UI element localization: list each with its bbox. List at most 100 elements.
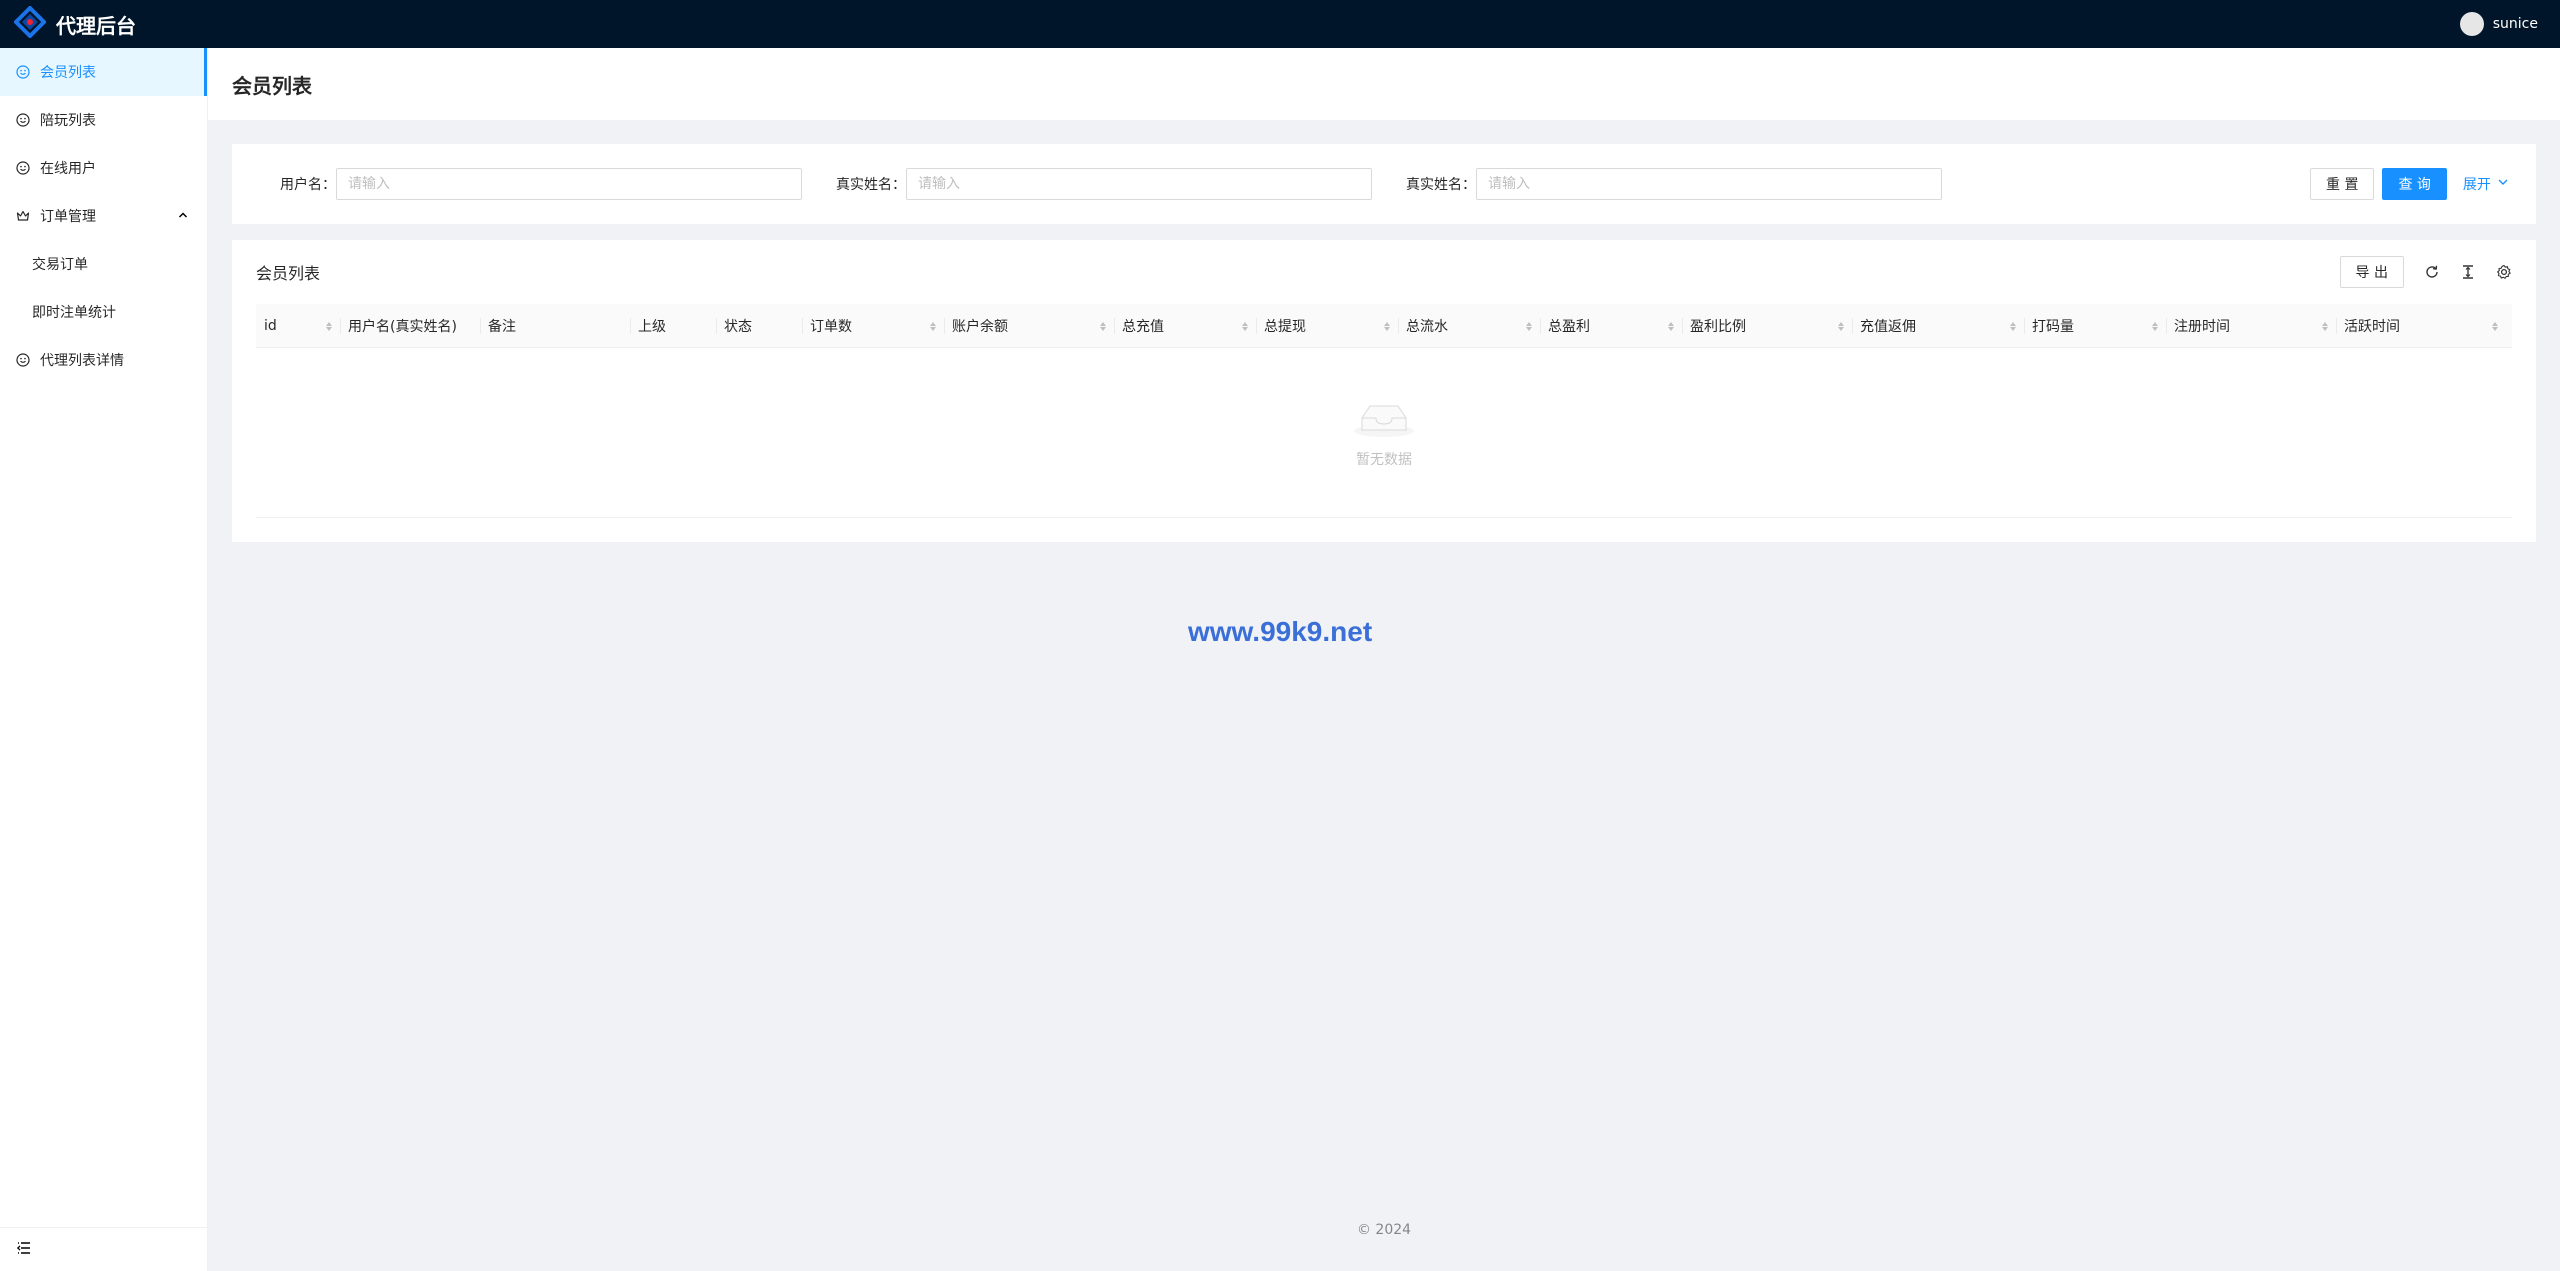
reload-icon[interactable]	[2424, 264, 2440, 280]
sidebar-item-instant-bet-stats[interactable]: 即时注单统计	[0, 288, 207, 336]
collapse-sidebar-button[interactable]	[0, 1227, 207, 1271]
sort-icon[interactable]	[2010, 321, 2016, 331]
real-name-input[interactable]	[906, 168, 1372, 200]
column-header-label: 总流水	[1406, 319, 1448, 335]
column-header[interactable]: 账户余额	[944, 304, 1114, 348]
smile-icon	[16, 113, 30, 127]
smile-icon	[16, 65, 30, 79]
smile-icon	[16, 353, 30, 367]
table-card: 会员列表 导 出 id 用户名(真实姓名) 备注 上级 状态 订单数 账户余额 总充值 总提现 总…	[232, 240, 2536, 542]
copyright-year: 2024	[1375, 1222, 1412, 1238]
sort-icon[interactable]	[1100, 321, 1106, 331]
column-header: 备注	[480, 304, 630, 348]
page-header: 会员列表	[208, 48, 2560, 120]
column-header[interactable]: 总充值	[1114, 304, 1256, 348]
avatar[interactable]	[2459, 12, 2484, 36]
chevron-down-icon	[2497, 176, 2509, 192]
sidebar-item-label: 即时注单统计	[32, 305, 116, 321]
sort-icon[interactable]	[2152, 321, 2158, 331]
column-header-label: id	[264, 318, 277, 334]
column-header[interactable]: 盈利比例	[1682, 304, 1852, 348]
column-header-label: 上级	[638, 319, 666, 335]
sidebar: 会员列表 陪玩列表 在线用户 订单管理 交易订单 即时注单统计 代理列表详情	[0, 48, 208, 1271]
footer: © 2024	[208, 1222, 2560, 1238]
expand-label: 展开	[2462, 177, 2491, 193]
column-header-label: 用户名(真实姓名)	[348, 319, 457, 335]
brand[interactable]: 代理后台	[0, 0, 136, 48]
column-header[interactable]: 充值返佣	[1852, 304, 2024, 348]
reset-button[interactable]: 重 置	[2310, 168, 2375, 200]
sidebar-item-label: 在线用户	[40, 161, 96, 177]
copyright-icon: ©	[1356, 1222, 1371, 1238]
column-header[interactable]: 总盈利	[1540, 304, 1682, 348]
column-header-label: 总提现	[1264, 319, 1306, 335]
search-actions: 重 置 查 询 展开	[2310, 168, 2509, 200]
app-title: 代理后台	[56, 13, 136, 38]
real-name-field-group: 真实姓名：	[832, 168, 1372, 200]
empty-inbox-icon	[1352, 396, 1416, 441]
sort-icon[interactable]	[2492, 321, 2498, 331]
username-field-group: 用户名：	[272, 168, 802, 200]
chevron-up-icon	[177, 209, 189, 225]
sort-icon[interactable]	[1668, 321, 1674, 331]
column-header-label: 订单数	[810, 319, 852, 335]
search-form: 用户名： 真实姓名： 真实姓名： 重 置 查 询 展开	[232, 144, 2536, 224]
expand-link[interactable]: 展开	[2463, 174, 2509, 194]
column-header: 状态	[716, 304, 802, 348]
sidebar-item-companion-list[interactable]: 陪玩列表	[0, 96, 207, 144]
username-input[interactable]	[336, 168, 802, 200]
sort-icon[interactable]	[2322, 321, 2328, 331]
column-height-icon[interactable]	[2460, 264, 2476, 280]
sidebar-item-label: 交易订单	[32, 257, 88, 273]
sidebar-item-label: 陪玩列表	[40, 113, 96, 129]
sidebar-item-label: 订单管理	[40, 209, 96, 225]
sidebar-item-label: 代理列表详情	[40, 353, 124, 369]
sidebar-item-member-list[interactable]: 会员列表	[0, 48, 207, 96]
column-header-label: 总充值	[1122, 319, 1164, 335]
sidebar-item-agent-list-details[interactable]: 代理列表详情	[0, 336, 207, 384]
logo-icon	[13, 5, 47, 42]
table-title: 会员列表	[256, 264, 321, 283]
sidebar-item-order-management[interactable]: 订单管理	[0, 192, 207, 240]
column-header[interactable]: 总流水	[1398, 304, 1540, 348]
user-menu[interactable]: sunice	[2459, 12, 2560, 36]
sort-icon[interactable]	[326, 321, 332, 331]
sort-icon[interactable]	[1526, 321, 1532, 331]
column-header: 用户名(真实姓名)	[340, 304, 480, 348]
table-toolbar: 会员列表 导 出	[256, 256, 2512, 288]
sort-icon[interactable]	[1838, 321, 1844, 331]
menu-fold-icon	[16, 1240, 32, 1260]
real-name-field-group-2: 真实姓名：	[1402, 168, 1942, 200]
sort-icon[interactable]	[1242, 321, 1248, 331]
export-button[interactable]: 导 出	[2339, 256, 2404, 288]
column-header-label: 状态	[724, 319, 752, 335]
table-tools: 导 出	[2339, 256, 2512, 288]
watermark-text: www.99k9.net	[1188, 616, 1373, 647]
username[interactable]: sunice	[2493, 16, 2538, 32]
column-header-label: 总盈利	[1548, 319, 1590, 335]
crown-icon	[16, 209, 30, 223]
column-header[interactable]: 活跃时间	[2336, 304, 2506, 348]
column-header: 上级	[630, 304, 716, 348]
sidebar-item-label: 会员列表	[40, 65, 96, 81]
column-header-label: 活跃时间	[2344, 319, 2400, 335]
query-button[interactable]: 查 询	[2382, 168, 2447, 200]
sidebar-item-online-users[interactable]: 在线用户	[0, 144, 207, 192]
column-header-label: 备注	[488, 319, 516, 335]
sort-icon[interactable]	[930, 321, 936, 331]
real-name-input-2[interactable]	[1476, 168, 1942, 200]
column-header[interactable]: 注册时间	[2166, 304, 2336, 348]
sidebar-item-trade-orders[interactable]: 交易订单	[0, 240, 207, 288]
sort-icon[interactable]	[1384, 321, 1390, 331]
setting-icon[interactable]	[2496, 264, 2512, 280]
column-header-label: 盈利比例	[1690, 319, 1746, 335]
column-header[interactable]: 打码量	[2024, 304, 2166, 348]
table-header: id 用户名(真实姓名) 备注 上级 状态 订单数 账户余额 总充值 总提现 总流水 总盈利 盈利比例…	[256, 304, 2512, 348]
column-header-label: 打码量	[2032, 319, 2074, 335]
column-header[interactable]: 总提现	[1256, 304, 1398, 348]
column-header[interactable]: id	[256, 304, 340, 348]
column-header[interactable]: 订单数	[802, 304, 944, 348]
column-header-label: 充值返佣	[1860, 319, 1916, 335]
column-header-label: 注册时间	[2174, 319, 2230, 335]
smile-icon	[16, 161, 30, 175]
